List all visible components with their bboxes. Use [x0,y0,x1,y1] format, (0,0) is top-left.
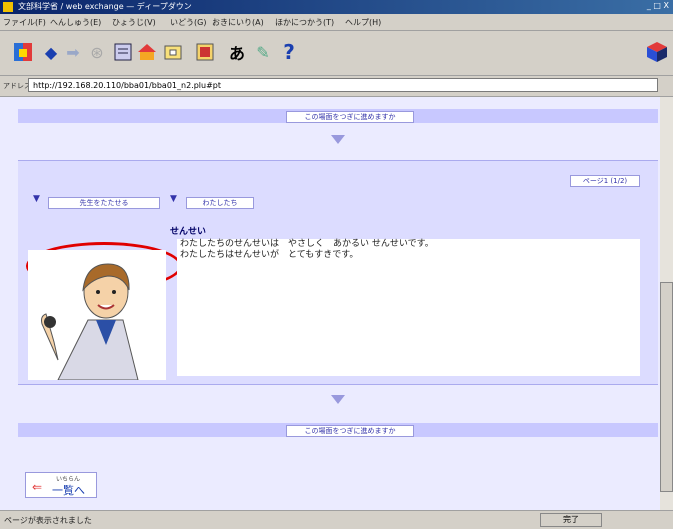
home-icon[interactable] [12,41,34,63]
status-zone: 完了 [540,513,602,527]
page-content: この場面をつぎに進めますか ページ1 (1/2) ▼ 先生をたたせる ▼ わたし… [0,97,660,510]
we-button[interactable]: わたしたち [186,197,254,209]
menu-tools[interactable]: ほかにつかう(T) [275,17,334,28]
dialogue-line: わたしたちはせんせいが とてもすきです。 [180,250,359,260]
dialogue-line: わたしたちのせんせいは やさしく あかるい せんせいです。 [180,239,434,249]
print-icon[interactable]: ✎ [252,41,274,63]
forward-arrow-icon[interactable]: ➡ [62,41,84,63]
menu-view[interactable]: ひょうじ(V) [112,17,156,28]
down-arrow-icon [331,395,345,404]
menu-favorites[interactable]: おきにいり(A) [212,17,264,28]
dialogue-box: わたしたちのせんせいは やさしく あかるい せんせいです。 わたしたちはせんせい… [177,239,640,376]
toolbar: ◆ ➡ ⊛ あ ✎ ? [0,31,673,76]
next-scene-button-bottom[interactable]: この場面をつぎに進めますか [286,425,414,437]
down-arrow-icon [331,135,345,144]
menu-go[interactable]: いどう(G) [170,17,206,28]
title-bar: 文部科学省 / web exchange — ディープダウン _ □ X [0,0,673,14]
window-title: 文部科学省 / web exchange — ディープダウン [18,2,192,11]
address-input[interactable]: http://192.168.20.110/bba01/bba01_n2.plu… [28,78,658,92]
menu-edit[interactable]: へんしゅう(E) [50,17,101,28]
window-controls[interactable]: _ □ X [647,1,669,10]
font-icon[interactable]: あ [226,41,248,63]
back-button-label: 一覧へ [52,484,85,497]
page-button[interactable]: ページ1 (1/2) [570,175,640,187]
scene-panel: ページ1 (1/2) ▼ 先生をたたせる ▼ わたしたち せんせい わたしたちの… [18,160,658,385]
menu-bar: ファイル(F) へんしゅう(E) ひょうじ(V) いどう(G) おきにいり(A)… [0,14,673,31]
left-arrow-icon: ⇐ [32,480,43,494]
address-bar: アドレス http://192.168.20.110/bba01/bba01_n… [0,76,673,97]
bottom-band: この場面をつぎに進めますか [18,423,658,437]
back-to-list-button[interactable]: ⇐ いちらん 一覧へ [25,472,97,498]
document-icon[interactable] [112,41,134,63]
app-icon [3,2,13,12]
menu-file[interactable]: ファイル(F) [3,17,46,28]
next-scene-button-top[interactable]: この場面をつぎに進めますか [286,111,414,123]
speaker-name: せんせい [170,227,207,237]
help-icon[interactable]: ? [278,40,300,64]
folder-icon[interactable] [162,41,184,63]
back-arrow-icon[interactable]: ◆ [40,41,62,63]
triangle-icon: ▼ [170,194,177,204]
scrollbar-thumb[interactable] [660,282,673,492]
top-band: この場面をつぎに進めますか [18,109,658,123]
teacher-button[interactable]: 先生をたたせる [48,197,160,209]
image-icon[interactable] [194,41,216,63]
stop-icon[interactable]: ⊛ [86,41,108,63]
menu-help[interactable]: ヘルプ(H) [345,17,381,28]
vertical-scrollbar[interactable] [660,97,673,510]
status-text: ページが表示されました [4,516,92,525]
house-icon[interactable] [136,41,158,63]
status-bar: ページが表示されました 完了 [0,510,673,529]
triangle-icon: ▼ [33,194,40,204]
teacher-illustration [28,250,166,381]
logo-icon [646,41,668,63]
address-label: アドレス [3,82,31,90]
